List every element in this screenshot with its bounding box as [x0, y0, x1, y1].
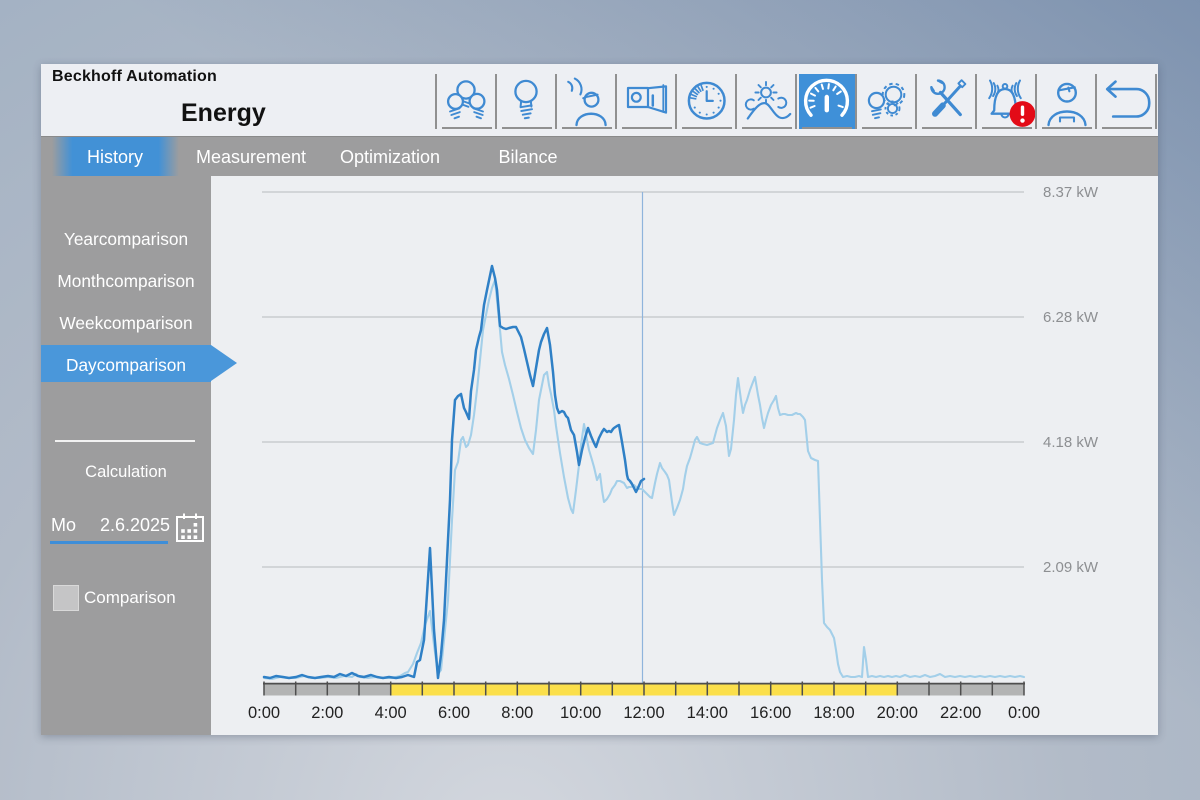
- svg-text:20:00: 20:00: [877, 704, 918, 722]
- svg-text:0:00: 0:00: [248, 704, 280, 722]
- svg-text:4.18 kW: 4.18 kW: [1043, 434, 1099, 451]
- svg-text:16:00: 16:00: [750, 704, 791, 722]
- svg-text:2.09 kW: 2.09 kW: [1043, 559, 1099, 576]
- svg-text:0:00: 0:00: [1008, 704, 1040, 722]
- svg-text:4:00: 4:00: [375, 704, 407, 722]
- svg-text:22:00: 22:00: [940, 704, 981, 722]
- svg-text:6:00: 6:00: [438, 704, 470, 722]
- svg-text:8:00: 8:00: [501, 704, 533, 722]
- svg-text:6.28 kW: 6.28 kW: [1043, 309, 1099, 326]
- svg-text:18:00: 18:00: [813, 704, 854, 722]
- svg-text:12:00: 12:00: [623, 704, 664, 722]
- svg-text:8.37 kW: 8.37 kW: [1043, 184, 1099, 201]
- svg-text:14:00: 14:00: [687, 704, 728, 722]
- svg-text:10:00: 10:00: [560, 704, 601, 722]
- svg-text:2:00: 2:00: [311, 704, 343, 722]
